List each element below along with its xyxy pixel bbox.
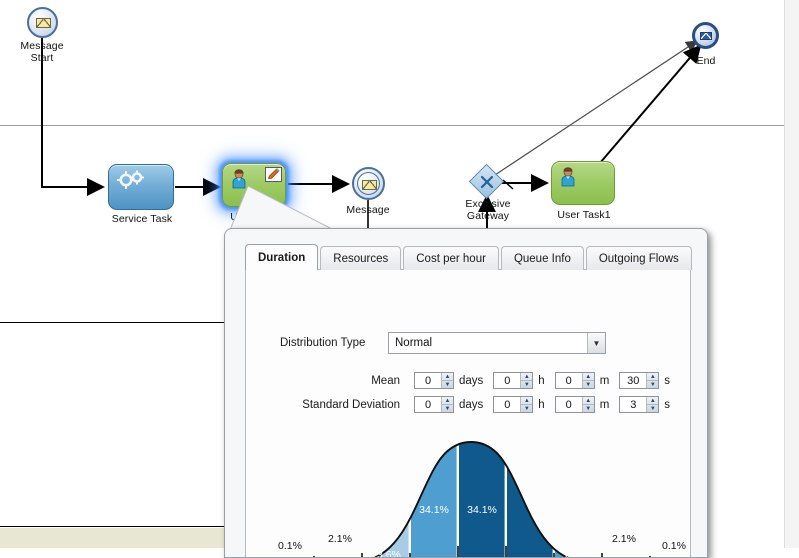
distribution-type-select[interactable]: Normal ▼ — [388, 332, 606, 354]
band-label: 34.1% — [419, 504, 449, 516]
stepper-buttons[interactable]: ▲ ▼ — [646, 397, 659, 412]
stepper-up-icon[interactable]: ▲ — [442, 373, 453, 381]
stepper-down-icon[interactable]: ▼ — [521, 405, 532, 412]
stepper-down-icon[interactable]: ▼ — [521, 381, 532, 388]
stepper-buttons[interactable]: ▲ ▼ — [646, 373, 659, 388]
user-task-label: User Task — [230, 211, 278, 223]
mean-minutes-unit: m — [599, 374, 610, 387]
distribution-type-row: Distribution Type Normal ▼ — [280, 332, 606, 354]
stepper-down-icon[interactable]: ▼ — [647, 381, 658, 388]
message-intermediate-event[interactable] — [352, 167, 385, 200]
band-label: 13.6% — [371, 549, 401, 558]
stepper-up-icon[interactable]: ▲ — [521, 397, 533, 405]
band-label: 2.1% — [328, 533, 352, 545]
stepper-down-icon[interactable]: ▼ — [442, 381, 453, 388]
stepper-up-icon[interactable]: ▲ — [582, 373, 594, 381]
mean-days-value: 0 — [415, 373, 441, 388]
edit-pencil-icon[interactable] — [265, 167, 282, 182]
mean-row: Mean 0 ▲ ▼ days 0 ▲ ▼ h 0 ▲ ▼ m 30 ▲ ▼ s — [280, 372, 670, 389]
tab-cost-per-hour[interactable]: Cost per hour — [403, 246, 499, 270]
mean-hours-unit: h — [538, 374, 545, 387]
chevron-down-icon[interactable]: ▼ — [587, 333, 605, 353]
message-event-label: Message — [346, 204, 390, 216]
stepper-buttons[interactable]: ▲ ▼ — [581, 373, 594, 388]
duration-tab-panel: Distribution Type Normal ▼ Mean 0 ▲ ▼ day… — [245, 269, 691, 557]
stepper-buttons[interactable]: ▲ ▼ — [520, 397, 533, 412]
tab-duration[interactable]: Duration — [245, 244, 319, 270]
normal-distribution-chart: −3σ −2σ −1σ μ 1σ 2σ 3σ 0.1% 2.1% 13.6% 3… — [278, 440, 686, 558]
stepper-up-icon[interactable]: ▲ — [442, 397, 453, 405]
stepper-buttons[interactable]: ▲ ▼ — [441, 373, 453, 388]
tab-outgoing-flows[interactable]: Outgoing Flows — [585, 246, 692, 270]
mean-label: Mean — [371, 374, 400, 387]
stepper-down-icon[interactable]: ▼ — [647, 405, 658, 412]
task-properties-dialog: Duration Resources Cost per hour Queue I… — [224, 228, 708, 558]
distribution-bands — [326, 442, 617, 557]
band-label: 0.1% — [278, 540, 302, 552]
sd-hours-unit: h — [538, 398, 545, 411]
band-label: 2.1% — [612, 533, 636, 545]
sd-days-value: 0 — [415, 397, 441, 412]
sd-days-unit: days — [459, 398, 484, 411]
mean-days-unit: days — [459, 374, 484, 387]
end-event-label: End — [696, 55, 716, 67]
sd-seconds-stepper[interactable]: 3 ▲ ▼ — [619, 396, 660, 413]
band-label: 34.1% — [467, 504, 497, 516]
stepper-down-icon[interactable]: ▼ — [583, 405, 594, 412]
distribution-type-value: Normal — [395, 337, 433, 349]
bpmn-editor-canvas: Message Start Service Task User Task Mes… — [0, 0, 799, 558]
service-task-label: Service Task — [111, 213, 173, 225]
message-start-event[interactable] — [27, 7, 58, 38]
stepper-up-icon[interactable]: ▲ — [647, 397, 659, 405]
sd-minutes-value: 0 — [555, 397, 582, 412]
band-label: 0.1% — [662, 540, 686, 552]
envelope-icon — [36, 18, 51, 28]
mean-seconds-stepper[interactable]: 30 ▲ ▼ — [619, 372, 660, 389]
stepper-down-icon[interactable]: ▼ — [442, 405, 453, 412]
sd-hours-value: 0 — [494, 397, 521, 412]
envelope-icon — [362, 180, 377, 190]
mean-seconds-value: 30 — [620, 373, 647, 388]
gears-icon — [117, 170, 144, 189]
message-end-event[interactable] — [692, 22, 719, 49]
stepper-up-icon[interactable]: ▲ — [582, 397, 594, 405]
message-start-label: Message Start — [20, 40, 64, 64]
mean-minutes-stepper[interactable]: 0 ▲ ▼ — [554, 372, 595, 389]
sd-seconds-unit: s — [664, 398, 671, 411]
stepper-buttons[interactable]: ▲ ▼ — [441, 397, 453, 412]
mean-seconds-unit: s — [664, 374, 671, 387]
distribution-type-label: Distribution Type — [280, 337, 366, 349]
user-task[interactable] — [222, 163, 286, 207]
tab-queue-info[interactable]: Queue Info — [500, 246, 584, 270]
stepper-buttons[interactable]: ▲ ▼ — [581, 397, 594, 412]
stepper-up-icon[interactable]: ▲ — [647, 373, 659, 381]
sd-minutes-stepper[interactable]: 0 ▲ ▼ — [554, 396, 595, 413]
person-icon — [232, 169, 246, 189]
stepper-down-icon[interactable]: ▼ — [583, 381, 594, 388]
tabs-row: Duration Resources Cost per hour Queue I… — [245, 244, 692, 270]
mean-hours-stepper[interactable]: 0 ▲ ▼ — [493, 372, 534, 389]
sd-days-stepper[interactable]: 0 ▲ ▼ — [414, 396, 454, 413]
person-icon — [561, 167, 575, 187]
sd-hours-stepper[interactable]: 0 ▲ ▼ — [493, 396, 534, 413]
user-task1-label: User Task1 — [557, 209, 611, 221]
exclusive-gateway-label: Exclusive Gateway — [465, 198, 511, 222]
sd-seconds-value: 3 — [620, 397, 647, 412]
tab-resources[interactable]: Resources — [320, 246, 402, 270]
service-task[interactable] — [108, 164, 174, 210]
sd-minutes-unit: m — [599, 398, 610, 411]
mean-days-stepper[interactable]: 0 ▲ ▼ — [414, 372, 454, 389]
dialog-tabstrip: Duration Resources Cost per hour Queue I… — [245, 244, 692, 270]
band-label: 13.6% — [563, 549, 593, 558]
stepper-buttons[interactable]: ▲ ▼ — [520, 373, 533, 388]
stepper-up-icon[interactable]: ▲ — [521, 373, 533, 381]
mean-hours-value: 0 — [494, 373, 521, 388]
user-task1[interactable] — [551, 161, 615, 205]
vertical-scrollbar[interactable] — [784, 0, 799, 548]
envelope-icon — [700, 32, 712, 40]
mean-minutes-value: 0 — [555, 373, 582, 388]
standard-deviation-row: Standard Deviation 0 ▲ ▼ days 0 ▲ ▼ h 0 ▲ ▼… — [240, 396, 670, 413]
standard-deviation-label: Standard Deviation — [302, 398, 400, 411]
